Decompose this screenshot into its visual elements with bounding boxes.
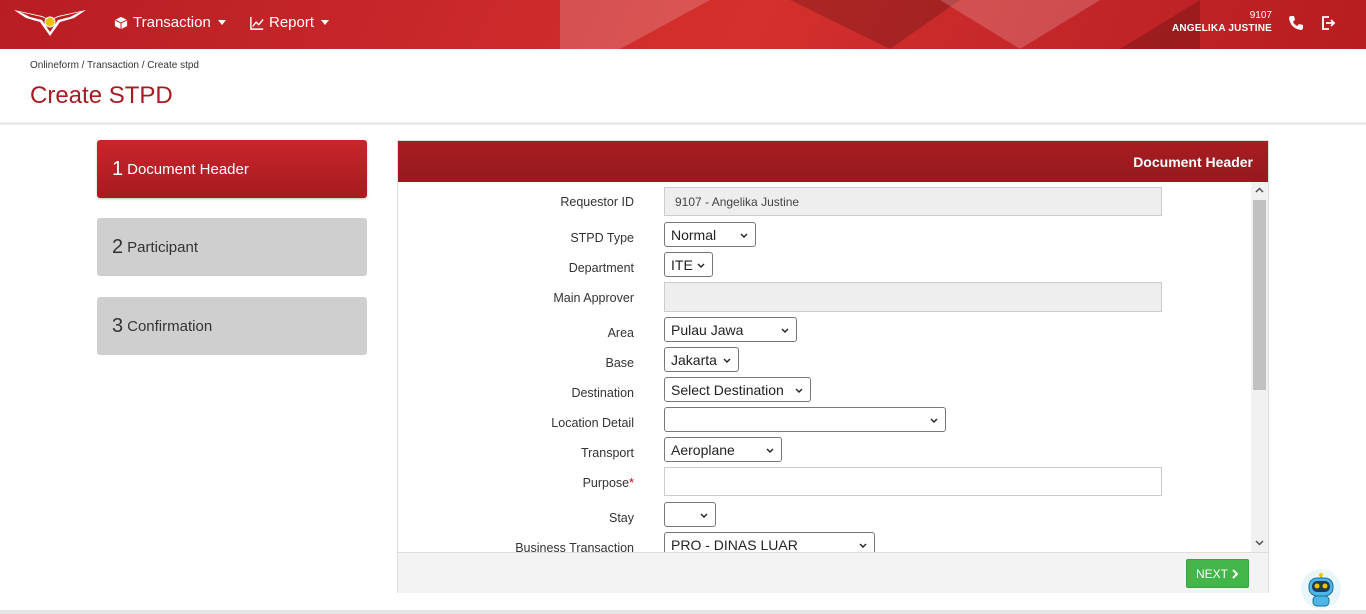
business-transaction-value: PRO - DINAS LUAR [671, 536, 798, 553]
background-facet [940, 0, 1200, 49]
next-button[interactable]: NEXT [1186, 559, 1249, 588]
stpd-type-value: Normal [671, 226, 717, 243]
breadcrumb: Onlineform / Transaction / Create stpd [30, 60, 199, 71]
step-label: Document Header [127, 160, 249, 178]
top-navbar: Transaction Report 9107 ANGELIKA JUSTINE [0, 0, 1366, 49]
destination-value: Select Destination [671, 381, 784, 398]
stay-select[interactable] [664, 502, 716, 527]
nav-transaction-menu[interactable]: Transaction [114, 14, 226, 31]
chevron-down-icon [930, 418, 938, 423]
chevron-down-icon [766, 448, 774, 453]
transport-label: Transport [580, 446, 634, 460]
department-select[interactable]: ITE [664, 252, 713, 277]
chevron-down-icon [697, 263, 705, 268]
form-row-stpd-type: STPD Type Normal [398, 222, 1251, 247]
stay-label: Stay [608, 511, 634, 525]
form-scrollbar[interactable] [1251, 182, 1268, 552]
phone-icon[interactable] [1288, 15, 1304, 31]
nav-report-label: Report [269, 14, 315, 31]
scroll-down-arrow-icon[interactable] [1255, 538, 1264, 547]
destination-select[interactable]: Select Destination [664, 377, 811, 402]
chevron-right-icon [1232, 568, 1239, 579]
user-name: ANGELIKA JUSTINE [1171, 23, 1272, 34]
scrollbar-thumb[interactable] [1253, 200, 1266, 390]
required-mark: * [629, 476, 634, 490]
form-row-transport: Transport Aeroplane [398, 437, 1251, 462]
base-value: Jakarta [671, 351, 717, 368]
business-transaction-select[interactable]: PRO - DINAS LUAR [664, 532, 875, 552]
next-button-label: NEXT [1195, 566, 1228, 581]
page-title: Create STPD [30, 82, 173, 109]
purpose-label: Purpose* [583, 476, 634, 490]
step-confirmation[interactable]: 3 Confirmation [97, 297, 367, 355]
company-logo[interactable] [12, 6, 88, 38]
purpose-label-text: Purpose [582, 476, 630, 490]
step-number: 3 [112, 314, 124, 337]
chatbot-robot-icon[interactable] [1300, 568, 1342, 610]
chevron-down-icon [781, 328, 789, 333]
user-info: 9107 ANGELIKA JUSTINE [1172, 9, 1272, 35]
step-participant[interactable]: 2 Participant [97, 218, 367, 276]
purpose-input[interactable] [664, 467, 1162, 496]
chevron-down-icon [859, 543, 867, 548]
form-row-department: Department ITE [398, 252, 1251, 277]
scroll-up-arrow-icon[interactable] [1255, 186, 1264, 195]
transport-select[interactable]: Aeroplane [664, 437, 782, 462]
chevron-down-icon [723, 358, 731, 363]
area-label: Area [607, 326, 634, 340]
step-number: 1 [112, 157, 124, 180]
location-detail-label: Location Detail [551, 416, 634, 430]
chevron-down-icon [795, 388, 803, 393]
chevron-down-icon [321, 20, 330, 25]
document-header-panel: Document Header Requestor ID 9107 - Ange… [397, 140, 1269, 593]
step-number: 2 [112, 235, 124, 258]
chevron-down-icon [217, 20, 226, 25]
stpd-type-select[interactable]: Normal [664, 222, 756, 247]
main-approver-label: Main Approver [553, 291, 634, 305]
header-divider [0, 122, 1366, 125]
requestor-id-field[interactable]: 9107 - Angelika Justine [664, 187, 1162, 216]
form-row-location-detail: Location Detail [398, 407, 1251, 432]
form-row-destination: Destination Select Destination [398, 377, 1251, 402]
panel-footer: NEXT [398, 552, 1268, 593]
step-document-header[interactable]: 1 Document Header [97, 140, 367, 198]
department-value: ITE [671, 256, 693, 273]
main-approver-field[interactable] [664, 282, 1162, 312]
line-chart-icon [250, 16, 264, 30]
form-row-stay: Stay [398, 502, 1251, 527]
form-row-base: Base Jakarta [398, 347, 1251, 372]
cube-icon [114, 16, 128, 29]
destination-label: Destination [571, 386, 634, 400]
area-select[interactable]: Pulau Jawa [664, 317, 797, 342]
step-label: Confirmation [127, 317, 213, 335]
chevron-down-icon [700, 513, 708, 518]
department-label: Department [568, 261, 634, 275]
nav-report-menu[interactable]: Report [250, 14, 330, 31]
chevron-down-icon [740, 233, 748, 238]
user-id: 9107 [1249, 10, 1272, 21]
requestor-id-label: Requestor ID [560, 195, 634, 209]
area-value: Pulau Jawa [671, 321, 744, 338]
transport-value: Aeroplane [671, 441, 735, 458]
form-row-business-transaction: Business Transaction PRO - DINAS LUAR [398, 532, 1251, 552]
nav-transaction-label: Transaction [133, 14, 211, 31]
stpd-type-label: STPD Type [570, 231, 634, 245]
location-detail-select[interactable] [664, 407, 946, 432]
logout-icon[interactable] [1320, 15, 1336, 31]
base-select[interactable]: Jakarta [664, 347, 739, 372]
step-label: Participant [127, 238, 198, 256]
form-row-area: Area Pulau Jawa [398, 317, 1251, 342]
panel-title: Document Header [398, 141, 1268, 182]
business-transaction-label: Business Transaction [515, 541, 634, 552]
base-label: Base [605, 356, 635, 370]
bottom-border [0, 610, 1366, 614]
form-body: Requestor ID 9107 - Angelika Justine STP… [398, 182, 1251, 552]
